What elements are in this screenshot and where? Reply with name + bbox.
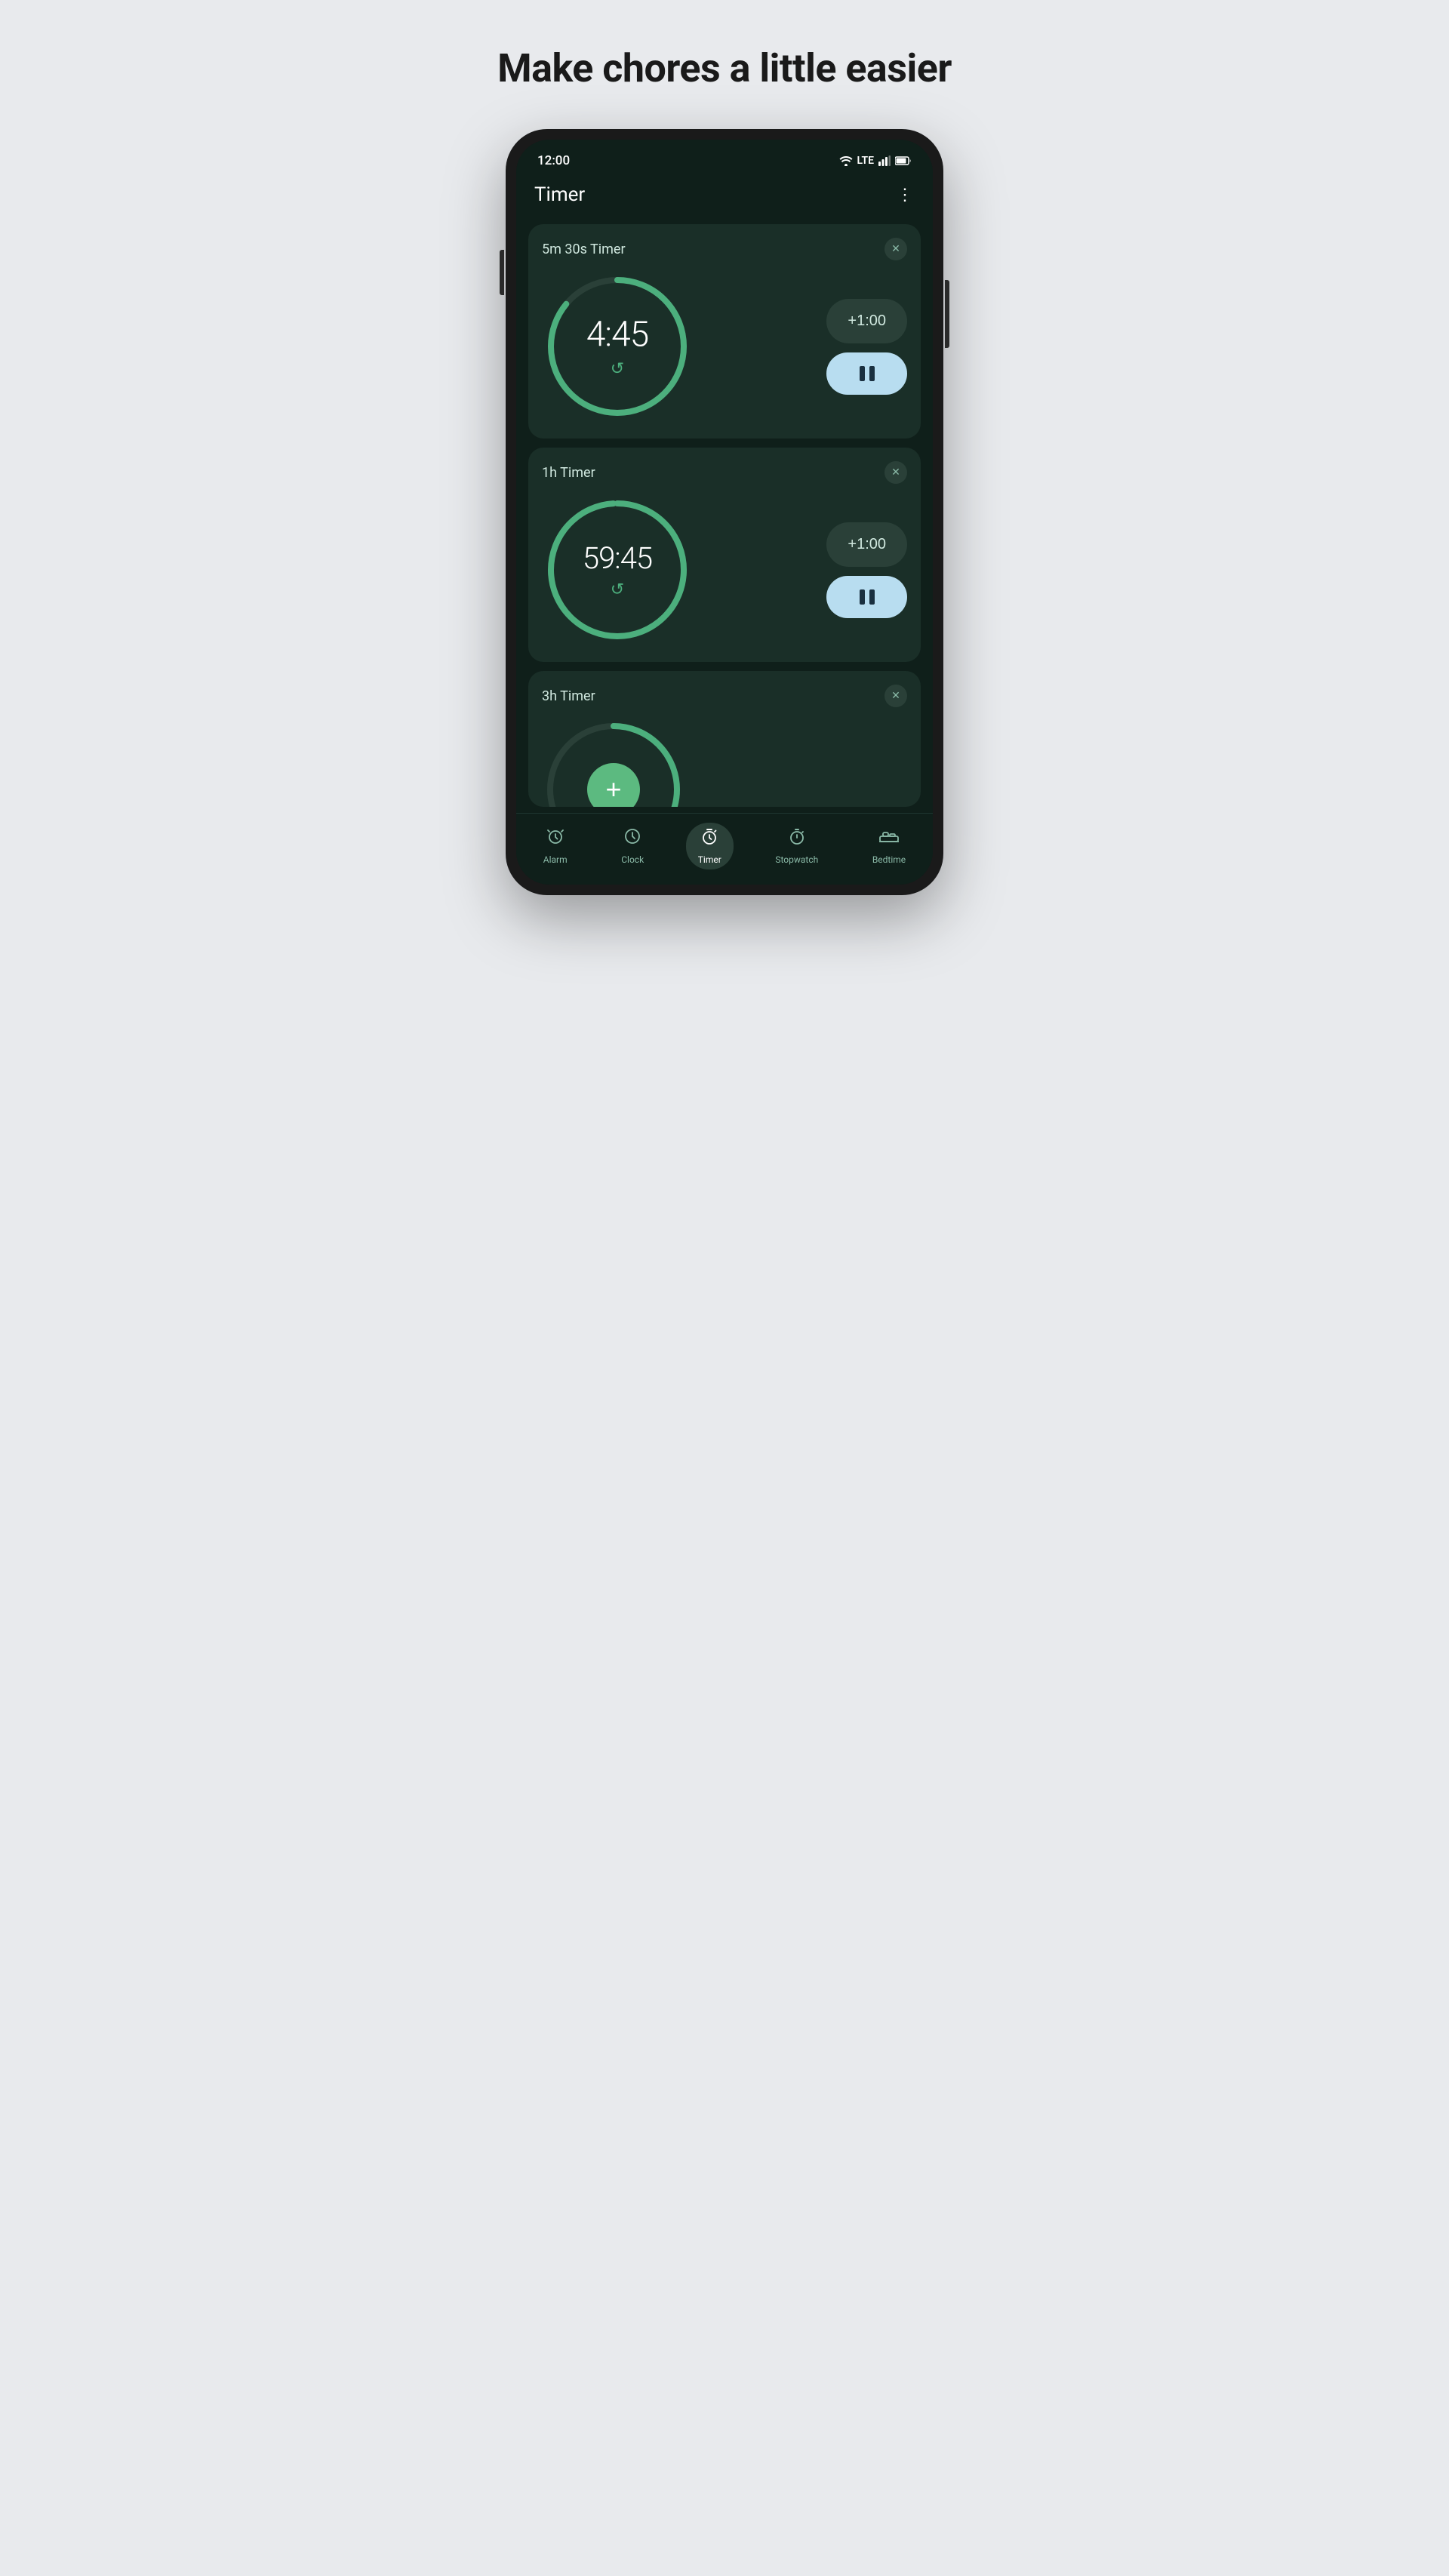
timer-2-center: 59:45 ↺ (583, 540, 652, 599)
status-icons: LTE (839, 155, 912, 167)
timer-card-3-header: 3h Timer ✕ (542, 685, 907, 707)
timer-card-2-header: 1h Timer ✕ (542, 461, 907, 484)
timer-1-close-btn[interactable]: ✕ (884, 238, 907, 260)
timer-1-add-btn[interactable]: +1:00 (826, 299, 907, 343)
nav-bedtime[interactable]: Bedtime (860, 823, 918, 869)
timer-svg (700, 827, 718, 845)
timer-2-add-btn[interactable]: +1:00 (826, 522, 907, 567)
timer-3-close-btn[interactable]: ✕ (884, 685, 907, 707)
nav-stopwatch-label: Stopwatch (775, 854, 818, 865)
bottom-nav: Alarm Clock (516, 813, 933, 885)
timer-card-3: 3h Timer ✕ + (528, 671, 921, 807)
timer-1-label: 5m 30s Timer (542, 242, 626, 257)
pause-icon-2 (860, 589, 875, 605)
phone-frame: 12:00 LTE (506, 129, 943, 895)
timer-2-display: 59:45 (583, 540, 652, 576)
bedtime-svg (879, 827, 899, 845)
stopwatch-icon (788, 827, 806, 850)
timer-1-center: 4:45 ↺ (586, 315, 648, 379)
clock-icon (623, 827, 641, 850)
timer-1-pause-btn[interactable] (826, 352, 907, 395)
scroll-content: 5m 30s Timer ✕ 4:45 ↺ (516, 218, 933, 813)
timer-1-reset-icon[interactable]: ↺ (611, 360, 624, 379)
timer-3-circle: + (542, 718, 685, 807)
battery-icon (895, 156, 912, 165)
phone-screen: 12:00 LTE (516, 140, 933, 885)
timer-3-label: 3h Timer (542, 688, 595, 704)
timer-card-2: 1h Timer ✕ 59:45 ↺ (528, 448, 921, 662)
timer-2-circle[interactable]: 59:45 ↺ (542, 494, 693, 645)
alarm-icon (546, 827, 565, 850)
timer-1-circle[interactable]: 4:45 ↺ (542, 271, 693, 422)
pause-icon-1 (860, 366, 875, 381)
app-title: Timer (534, 183, 585, 206)
nav-timer[interactable]: Timer (686, 823, 734, 869)
nav-stopwatch[interactable]: Stopwatch (763, 823, 830, 869)
app-header: Timer ⋮ (516, 176, 933, 218)
timer-1-body: 4:45 ↺ +1:00 (542, 271, 907, 422)
timer-2-pause-btn[interactable] (826, 576, 907, 618)
nav-clock[interactable]: Clock (609, 823, 656, 869)
status-time: 12:00 (537, 153, 570, 168)
headline: Make chores a little easier (497, 45, 952, 91)
stopwatch-svg (788, 827, 806, 845)
page-wrapper: Make chores a little easier 12:00 LTE (415, 45, 1034, 895)
wifi-icon (839, 155, 853, 166)
nav-alarm[interactable]: Alarm (531, 823, 580, 869)
more-options-icon[interactable]: ⋮ (897, 186, 915, 205)
timer-card-1-header: 5m 30s Timer ✕ (542, 238, 907, 260)
nav-timer-label: Timer (698, 854, 721, 865)
timer-2-label: 1h Timer (542, 465, 595, 481)
timer-1-display: 4:45 (586, 315, 648, 355)
status-bar: 12:00 LTE (516, 140, 933, 176)
bedtime-icon (879, 827, 899, 850)
nav-clock-label: Clock (621, 854, 644, 865)
timer-icon (700, 827, 718, 850)
clock-svg (623, 827, 641, 845)
timer-card-1: 5m 30s Timer ✕ 4:45 ↺ (528, 224, 921, 439)
nav-alarm-label: Alarm (543, 854, 568, 865)
timer-2-close-btn[interactable]: ✕ (884, 461, 907, 484)
timer-2-actions: +1:00 (826, 522, 907, 618)
lte-label: LTE (857, 155, 874, 167)
nav-bedtime-label: Bedtime (872, 854, 906, 865)
signal-icon (878, 155, 891, 166)
timer-1-actions: +1:00 (826, 299, 907, 395)
timer-2-body: 59:45 ↺ +1:00 (542, 494, 907, 645)
alarm-svg (546, 827, 565, 845)
timer-2-reset-icon[interactable]: ↺ (611, 580, 624, 599)
